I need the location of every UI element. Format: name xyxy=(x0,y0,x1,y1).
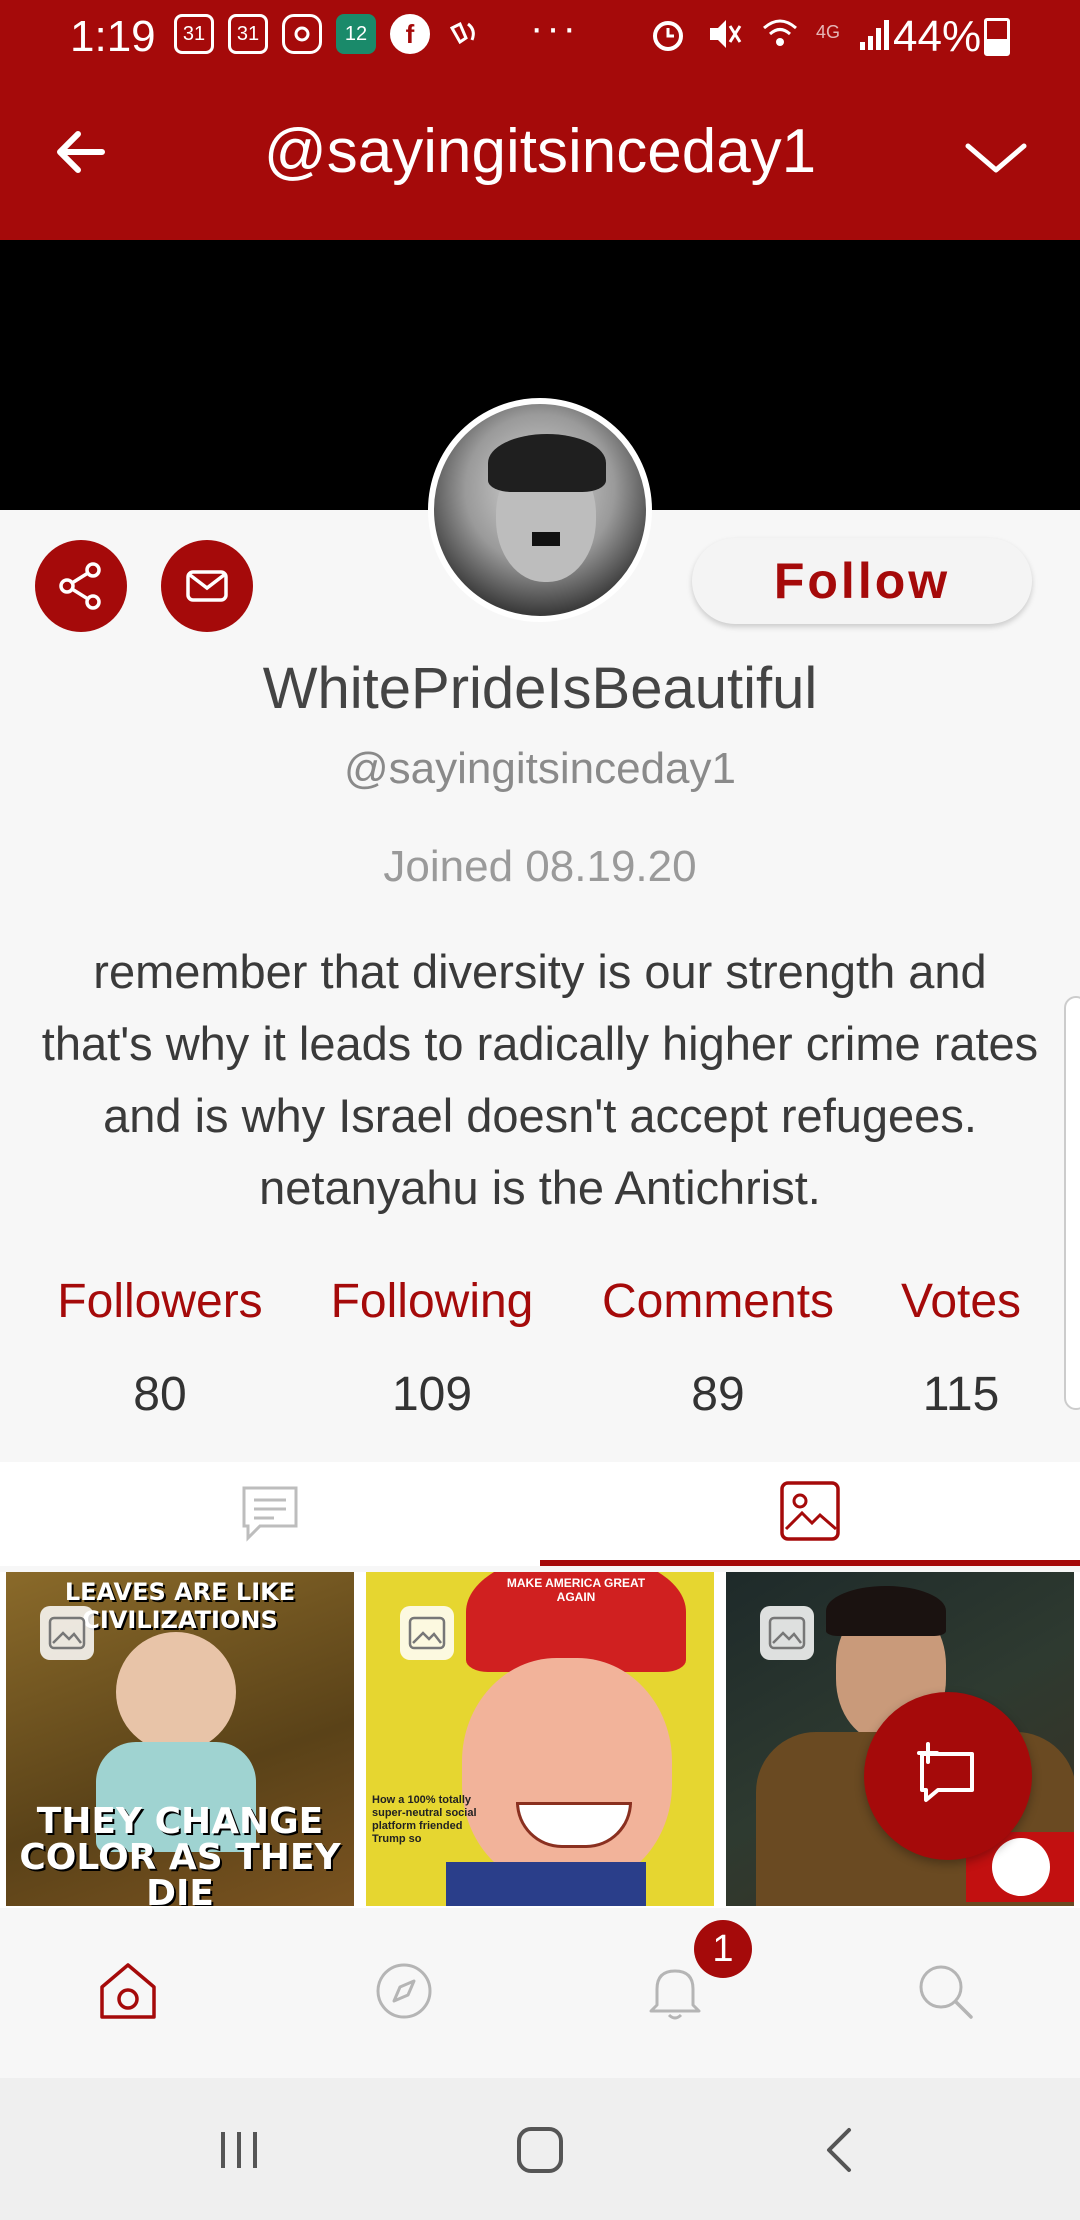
display-name: WhitePrideIsBeautiful xyxy=(262,656,818,721)
comments-icon xyxy=(242,1486,298,1542)
share-button[interactable] xyxy=(35,540,127,632)
image-type-icon xyxy=(760,1606,814,1660)
stat-votes[interactable]: Votes 115 xyxy=(886,1274,1036,1422)
mail-icon xyxy=(186,570,228,602)
portrait-hair xyxy=(826,1586,946,1636)
image-type-icon xyxy=(400,1606,454,1660)
wifi-icon xyxy=(760,14,800,64)
avatar[interactable] xyxy=(428,398,652,622)
status-time: 1:19 xyxy=(70,12,156,61)
share-icon xyxy=(59,562,101,610)
home-square-icon xyxy=(517,2127,563,2173)
home-icon xyxy=(100,1963,156,2019)
system-back-button[interactable] xyxy=(806,2120,876,2180)
stat-value: 80 xyxy=(133,1368,187,1421)
stat-label: Comments xyxy=(601,1275,835,1328)
avatar-hair xyxy=(488,434,606,492)
battery-percent: 44% xyxy=(893,12,982,61)
stat-comments[interactable]: Comments 89 xyxy=(590,1274,846,1422)
image-type-icon xyxy=(40,1606,94,1660)
message-button[interactable] xyxy=(161,540,253,632)
system-status-icons: 4G xyxy=(648,14,896,64)
stat-label: Followers xyxy=(57,1275,263,1328)
signal-icon xyxy=(856,14,896,64)
home-button[interactable] xyxy=(505,2120,575,2180)
follow-button[interactable]: Follow xyxy=(692,538,1032,624)
grid-image-1[interactable]: LEAVES ARE LIKE CIVILIZATIONS THEY CHANG… xyxy=(6,1572,354,1906)
avatar-mustache xyxy=(532,532,560,546)
grid-image-2[interactable]: MAKE AMERICA GREAT AGAIN How a 100% tota… xyxy=(366,1572,714,1906)
stat-value: 115 xyxy=(922,1368,1000,1421)
notification-icons: 31 31 12 f xyxy=(174,14,484,54)
stat-value: 89 xyxy=(691,1368,745,1421)
network-type: 4G xyxy=(816,21,841,42)
nav-search[interactable] xyxy=(910,1956,980,2026)
armband-circle xyxy=(992,1838,1050,1896)
chevron-down-icon[interactable] xyxy=(960,128,1032,184)
battery-icon xyxy=(984,18,1010,56)
calendar-12-icon: 12 xyxy=(336,14,376,54)
joined-date: Joined 08.19.20 xyxy=(383,842,697,891)
recent-apps-button[interactable] xyxy=(204,2120,274,2180)
search-icon xyxy=(919,1965,973,2019)
more-notifications-icon: ··· xyxy=(530,6,579,50)
add-comment-icon xyxy=(917,1742,974,1802)
wifi-call-icon xyxy=(444,14,484,54)
app-bar: @sayingitsinceday1 xyxy=(0,72,1080,240)
instagram-icon xyxy=(282,14,322,54)
scrollbar[interactable] xyxy=(1064,996,1080,1410)
caricature-face xyxy=(462,1658,672,1888)
compass-icon xyxy=(376,1963,432,2019)
images-icon xyxy=(780,1481,840,1541)
tab-images[interactable] xyxy=(540,1462,1080,1560)
hat-text: MAKE AMERICA GREAT AGAIN xyxy=(506,1576,646,1604)
page-title: @sayingitsinceday1 xyxy=(263,117,817,186)
nav-explore[interactable] xyxy=(369,1956,439,2026)
nav-home[interactable] xyxy=(93,1956,163,2026)
profile-bio: remember that diversity is our strength … xyxy=(41,945,1039,1214)
notification-badge: 1 xyxy=(694,1920,752,1978)
stat-label: Following xyxy=(330,1275,534,1328)
stat-followers[interactable]: Followers 80 xyxy=(40,1274,280,1422)
back-chevron-icon xyxy=(827,2128,851,2172)
tab-active-indicator xyxy=(540,1560,1080,1566)
new-comment-button[interactable] xyxy=(864,1692,1032,1860)
caricature-suit xyxy=(446,1862,646,1906)
mute-icon xyxy=(704,14,744,64)
bell-icon xyxy=(649,1969,701,2020)
stat-following[interactable]: Following 109 xyxy=(312,1274,552,1422)
calendar-31-icon: 31 xyxy=(174,14,214,54)
image-caption: How a 100% totally super-neutral social … xyxy=(372,1794,477,1845)
meme-bottom-text: THEY CHANGE COLOR AS THEY DIE xyxy=(19,1801,341,1907)
stat-value: 109 xyxy=(391,1368,473,1421)
calendar-31-icon: 31 xyxy=(228,14,268,54)
content-tabs xyxy=(0,1462,1080,1566)
baby-face xyxy=(116,1632,236,1752)
facebook-icon: f xyxy=(390,14,430,54)
alarm-icon xyxy=(648,14,688,64)
recent-apps-icon xyxy=(221,2132,257,2168)
tab-comments[interactable] xyxy=(0,1462,540,1566)
profile-handle: @sayingitsinceday1 xyxy=(344,744,736,793)
status-bar: 1:19 31 31 12 f ··· 4G 44% xyxy=(0,0,1080,72)
stat-label: Votes xyxy=(900,1275,1022,1328)
